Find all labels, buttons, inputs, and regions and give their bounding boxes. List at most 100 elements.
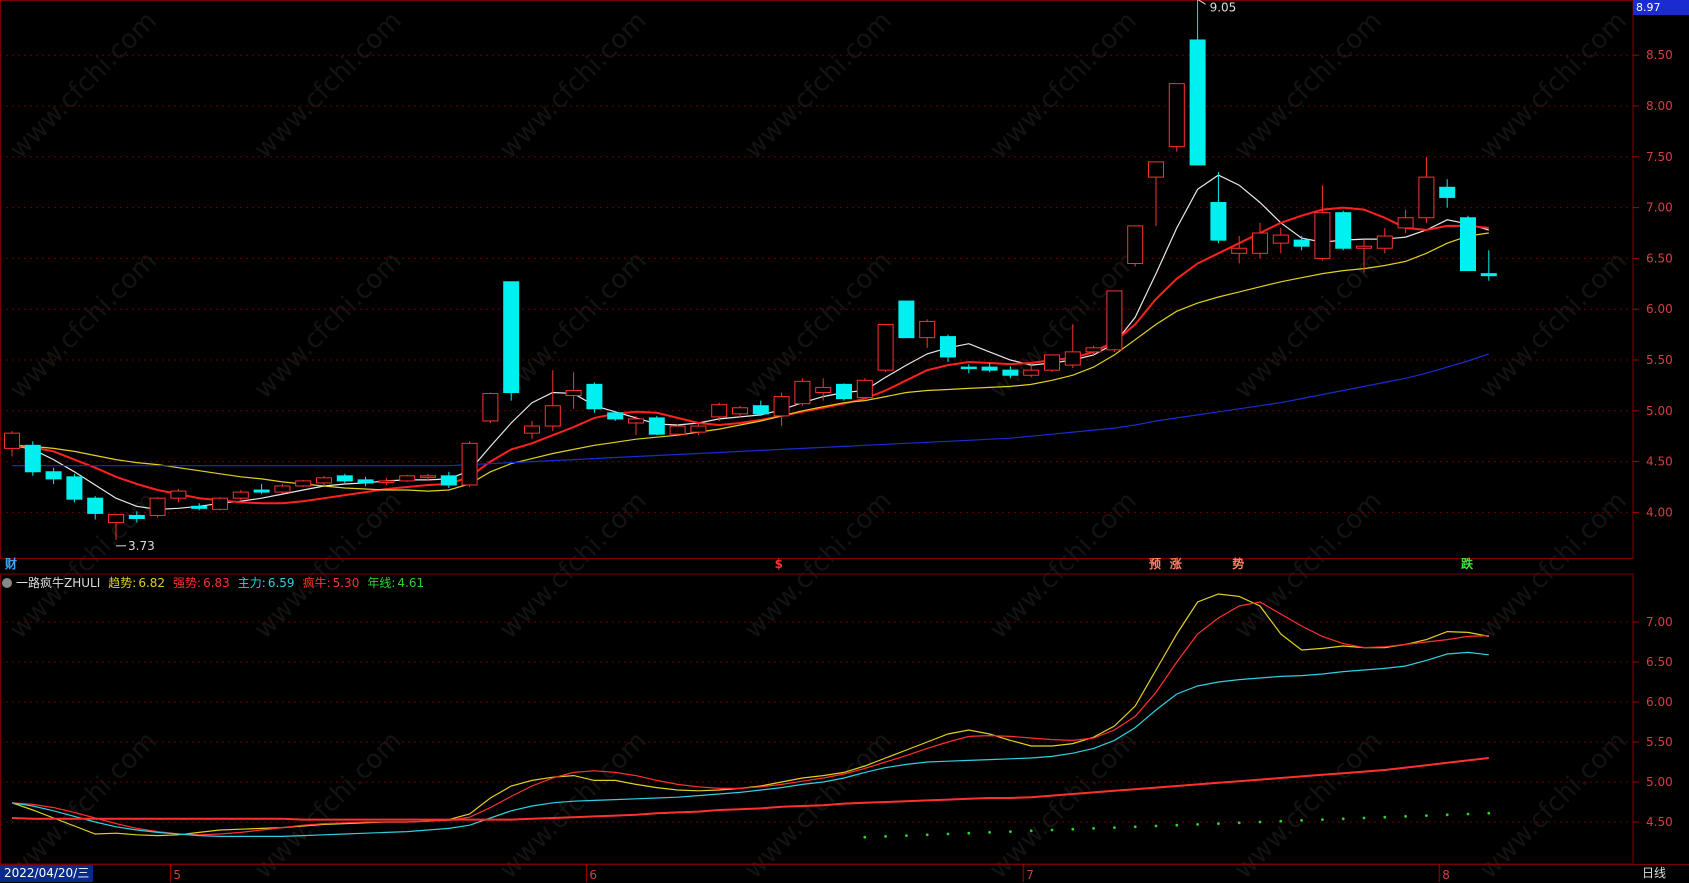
price-tick-label: 8.00 [1646, 99, 1673, 113]
legend-label: 强势: [173, 576, 202, 590]
legend-value: 6.83 [203, 576, 230, 590]
candle-body [628, 418, 644, 424]
price-tick-label: 4.50 [1646, 455, 1673, 469]
candle [1044, 354, 1060, 373]
price-tick-label: 7.00 [1646, 201, 1673, 215]
candle [212, 497, 228, 511]
candle [648, 415, 665, 436]
month-tick-label: 6 [589, 868, 597, 882]
candle [295, 479, 312, 487]
legend-label: 年线: [367, 576, 396, 590]
candle-body [440, 475, 457, 486]
year-line-dot [1133, 825, 1137, 829]
signal-mark: 势 [1232, 556, 1244, 571]
candle [586, 382, 603, 413]
candle-body [607, 412, 624, 420]
year-line-dot [1404, 815, 1407, 818]
candle [669, 424, 686, 437]
year-line-dot [1009, 830, 1012, 833]
current-date: 2022/04/20/三 [0, 865, 94, 882]
candle [399, 474, 416, 482]
month-tick-label: 7 [1026, 868, 1034, 882]
year-line-dot [1113, 826, 1116, 829]
candle-body [877, 323, 894, 371]
legend-label: 趋势: [108, 576, 137, 590]
candle-body [1293, 239, 1310, 247]
candle-body [1023, 369, 1040, 376]
candle-body [1168, 83, 1185, 148]
indicator-name: 一路疯牛ZHULI [16, 576, 101, 590]
candle-body [1376, 235, 1393, 249]
candle-body [274, 485, 291, 493]
candle-body [1460, 217, 1476, 272]
candle-body [669, 425, 686, 435]
price-top-label: 8.97 [1633, 0, 1689, 15]
indicator-tick-label: 5.00 [1646, 775, 1673, 789]
price-tick-label: 5.00 [1646, 404, 1673, 418]
signal-mark: $ [775, 557, 783, 571]
price-tick-label: 8.50 [1646, 48, 1673, 62]
candle-body [773, 396, 790, 417]
candle-body [191, 505, 208, 509]
candle-body [1210, 202, 1227, 241]
candle [1106, 290, 1123, 352]
kline-chart[interactable]: www.cfchi.com www.cfchi.com www.cfchi.com w… [0, 0, 1689, 883]
candle-body [1272, 234, 1289, 244]
candle [1127, 225, 1144, 267]
candle-body [898, 300, 915, 339]
year-line-dot [1029, 829, 1033, 833]
year-line-dot [1445, 813, 1449, 817]
year-line-dot [988, 831, 991, 834]
candle-body [1356, 245, 1372, 249]
price-tick-label: 4.00 [1646, 505, 1673, 519]
candle-body [212, 497, 228, 510]
price-tick-label: 7.50 [1646, 150, 1673, 164]
candle-body [1127, 225, 1144, 264]
candle-body [336, 475, 353, 482]
year-line-dot [1258, 820, 1262, 824]
legend-value: 6.59 [267, 576, 295, 590]
candle [898, 300, 915, 339]
candle-body [45, 471, 62, 480]
year-line-dot [946, 832, 950, 836]
candle [149, 497, 166, 518]
candle-body [482, 393, 499, 422]
year-line-dot [1341, 817, 1345, 821]
candle-body [1064, 351, 1081, 366]
price-tick-label: 5.50 [1646, 353, 1673, 367]
candle-body [1148, 161, 1164, 178]
candle-body [752, 405, 769, 415]
candle-body [544, 405, 561, 427]
indicator-tick-label: 6.50 [1646, 655, 1673, 669]
candle [461, 441, 478, 487]
indicator-tick-label: 7.00 [1646, 615, 1673, 629]
indicator-tick-label: 5.50 [1646, 735, 1673, 749]
candle-body [1314, 212, 1331, 259]
candle-body [690, 425, 707, 433]
year-line-dot [1383, 815, 1387, 819]
candle [877, 323, 894, 373]
candle-body [1439, 186, 1456, 198]
settings-icon[interactable] [2, 578, 12, 588]
candle-body [586, 383, 603, 410]
year-line-dot [1196, 823, 1199, 826]
year-line-dot [1487, 811, 1491, 815]
period-label[interactable]: 日线 [1642, 865, 1666, 882]
candle [1335, 210, 1352, 251]
month-tick-label: 8 [1442, 868, 1450, 882]
candle-body [108, 513, 124, 524]
candle-body [503, 281, 520, 394]
candle-body [1085, 347, 1102, 353]
candle-body [461, 442, 478, 486]
year-line-dot [1279, 819, 1283, 823]
candle-body [24, 444, 41, 473]
candle-body [1418, 176, 1435, 219]
legend-value: 6.82 [138, 576, 166, 590]
signal-mark: 涨 [1170, 556, 1182, 571]
year-line-dot [1071, 827, 1075, 831]
year-line-dot [1237, 821, 1241, 825]
indicator-tick-label: 4.50 [1646, 815, 1673, 829]
year-line-dot [863, 835, 867, 839]
candle-body [960, 366, 977, 370]
candle [503, 281, 520, 401]
